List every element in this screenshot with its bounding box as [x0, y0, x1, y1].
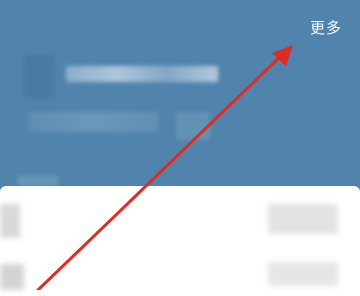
list-item-icon [0, 204, 20, 238]
more-button[interactable]: 更多 [310, 17, 342, 38]
profile-header: 更多 [0, 0, 360, 200]
avatar [24, 55, 54, 99]
list-item-value [268, 204, 338, 234]
redacted-info [176, 112, 210, 140]
redacted-name [66, 66, 218, 82]
redacted-info [28, 112, 158, 132]
redacted-tag [18, 176, 58, 186]
content-sheet [0, 186, 360, 296]
list-item-value [268, 262, 338, 286]
list-item-icon [0, 264, 24, 290]
